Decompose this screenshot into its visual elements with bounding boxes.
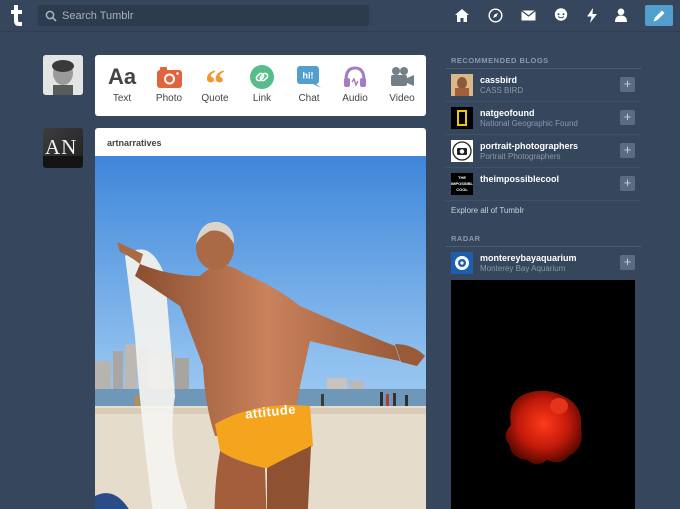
explore-all-link[interactable]: Explore all of Tumblr [451,206,524,215]
explore-icon[interactable] [487,7,503,23]
recommended-blog-row[interactable]: cassbird CASS BIRD + [445,69,641,102]
follow-button[interactable]: + [620,143,635,158]
headphones-icon [332,64,378,90]
tumblr-logo-icon[interactable] [7,3,27,29]
post-blog-avatar-text: AN [45,135,78,159]
user-avatar[interactable] [43,55,83,95]
dashboard-post: artnarratives attitude [95,128,426,509]
post-video-button[interactable]: Video [379,64,425,104]
top-bar [0,0,680,32]
account-icon[interactable] [613,7,629,23]
radar-heading: RADAR [451,234,481,243]
activity-icon[interactable] [584,7,600,23]
blog-subtitle: National Geographic Found [480,119,578,128]
post-link-button[interactable]: Link [239,64,285,104]
recommended-blogs-heading: RECOMMENDED BLOGS [451,56,549,65]
chat-bubble-icon: hi! [286,64,332,90]
monterey-avatar[interactable] [451,252,473,274]
post-type-label: Text [112,93,132,104]
video-camera-icon [379,64,425,90]
blog-subtitle: CASS BIRD [480,86,524,95]
radar-blog-row[interactable]: montereybayaquarium Monterey Bay Aquariu… [445,247,641,280]
blog-subtitle: Portrait Photographers [480,152,561,161]
mail-icon[interactable] [520,7,536,23]
post-type-bar: Aa Text Photo “ Quote Link hi! Chat Audi… [95,55,426,116]
blog-name[interactable]: natgeofound [480,108,535,118]
follow-button[interactable]: + [620,77,635,92]
home-icon[interactable] [454,7,470,23]
post-chat-button[interactable]: hi! Chat [286,64,332,104]
post-audio-button[interactable]: Audio [332,64,378,104]
follow-button[interactable]: + [620,110,635,125]
blog-name[interactable]: theimpossiblecool [480,174,559,184]
chat-icon[interactable] [553,7,569,23]
recommended-blog-row[interactable]: natgeofound National Geographic Found + [445,102,641,135]
svg-text:hi!: hi! [303,71,314,81]
blog-name[interactable]: portrait-photographers [480,141,578,151]
cassbird-avatar[interactable] [451,74,473,96]
follow-button[interactable]: + [620,176,635,191]
post-type-label: Link [252,93,272,104]
post-text-button[interactable]: Aa Text [99,64,145,104]
post-quote-button[interactable]: “ Quote [192,61,238,106]
recommended-blog-row[interactable]: THE IMPOSSIBLE COOL theimpossiblecool + [445,168,641,201]
post-type-label: Photo [155,93,183,104]
theimpossiblecool-avatar[interactable]: THE IMPOSSIBLE COOL [451,173,473,195]
blog-name[interactable]: cassbird [480,75,517,85]
quote-icon: “ [205,61,225,106]
follow-button[interactable]: + [620,255,635,270]
search-input[interactable] [62,9,362,22]
search-icon [45,10,57,22]
post-blog-name[interactable]: artnarratives [95,128,426,156]
natgeo-avatar[interactable] [451,107,473,129]
pencil-icon [653,10,665,21]
link-icon [239,64,285,90]
portrait-photographers-avatar[interactable] [451,140,473,162]
compose-button[interactable] [645,5,673,26]
post-blog-avatar[interactable]: AN [43,128,83,168]
text-icon: Aa [107,64,137,89]
blog-name[interactable]: montereybayaquarium [480,253,577,263]
recommended-blog-row[interactable]: portrait-photographers Portrait Photogra… [445,135,641,168]
radar-photo[interactable] [451,280,635,509]
post-type-label: Audio [342,93,368,104]
post-type-label: Quote [201,93,229,104]
camera-icon [146,64,192,90]
avatar-text: COOL [456,187,468,192]
search-bar[interactable] [38,5,369,26]
post-photo-button[interactable]: Photo [146,64,192,104]
post-type-label: Chat [298,93,320,104]
blog-subtitle: Monterey Bay Aquarium [480,264,566,273]
post-type-label: Video [389,93,415,104]
post-photo[interactable]: attitude [95,156,426,509]
